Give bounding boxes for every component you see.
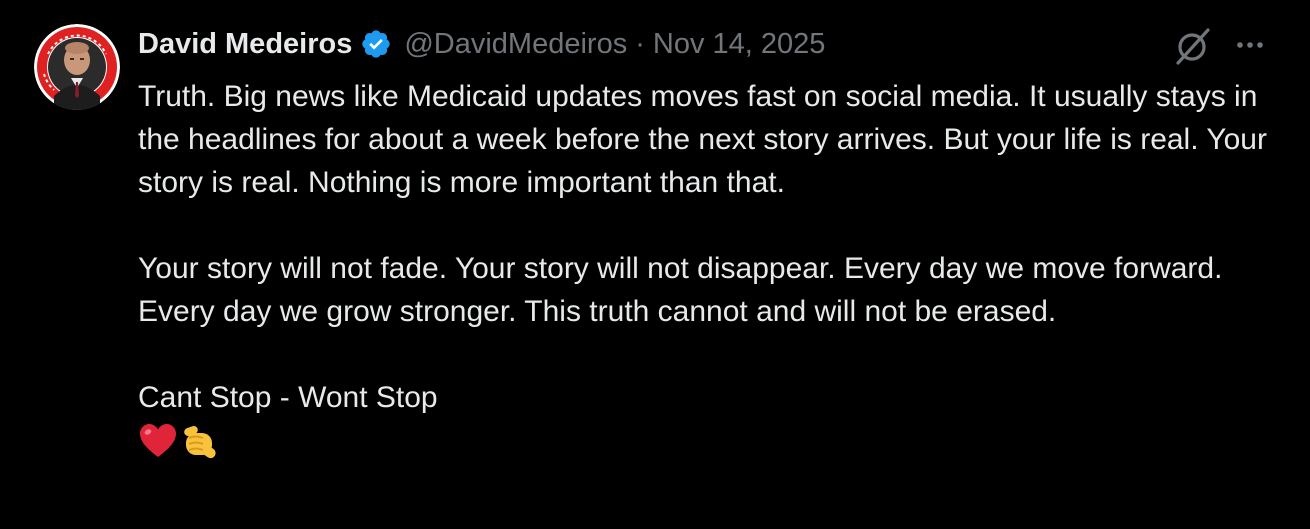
avatar-image xyxy=(34,24,120,110)
red-heart-emoji xyxy=(138,421,178,461)
post-text: Truth. Big news like Medicaid updates mo… xyxy=(138,75,1288,462)
grok-slash-circle-icon[interactable] xyxy=(1170,26,1214,66)
post-paragraph-1: Truth. Big news like Medicaid updates mo… xyxy=(138,80,1267,199)
avatar[interactable] xyxy=(34,24,120,110)
post-paragraph-3: Cant Stop - Wont Stop xyxy=(138,381,438,414)
author-handle[interactable]: @DavidMedeiros xyxy=(404,28,627,61)
emoji-row xyxy=(138,419,1288,462)
post-paragraph-2: Your story will not fade. Your story wil… xyxy=(138,252,1223,328)
post-date[interactable]: Nov 14, 2025 xyxy=(653,28,826,61)
tweet[interactable]: David Medeiros @DavidMedeiros · Nov 14, … xyxy=(0,0,1310,529)
verified-badge-icon[interactable] xyxy=(360,28,392,60)
author-name[interactable]: David Medeiros xyxy=(138,28,352,61)
tweet-header: David Medeiros @DavidMedeiros · Nov 14, … xyxy=(138,24,825,64)
header-separator: · xyxy=(635,27,645,60)
pointing-hand-emoji xyxy=(180,421,220,461)
more-dots-icon[interactable] xyxy=(1232,30,1272,60)
